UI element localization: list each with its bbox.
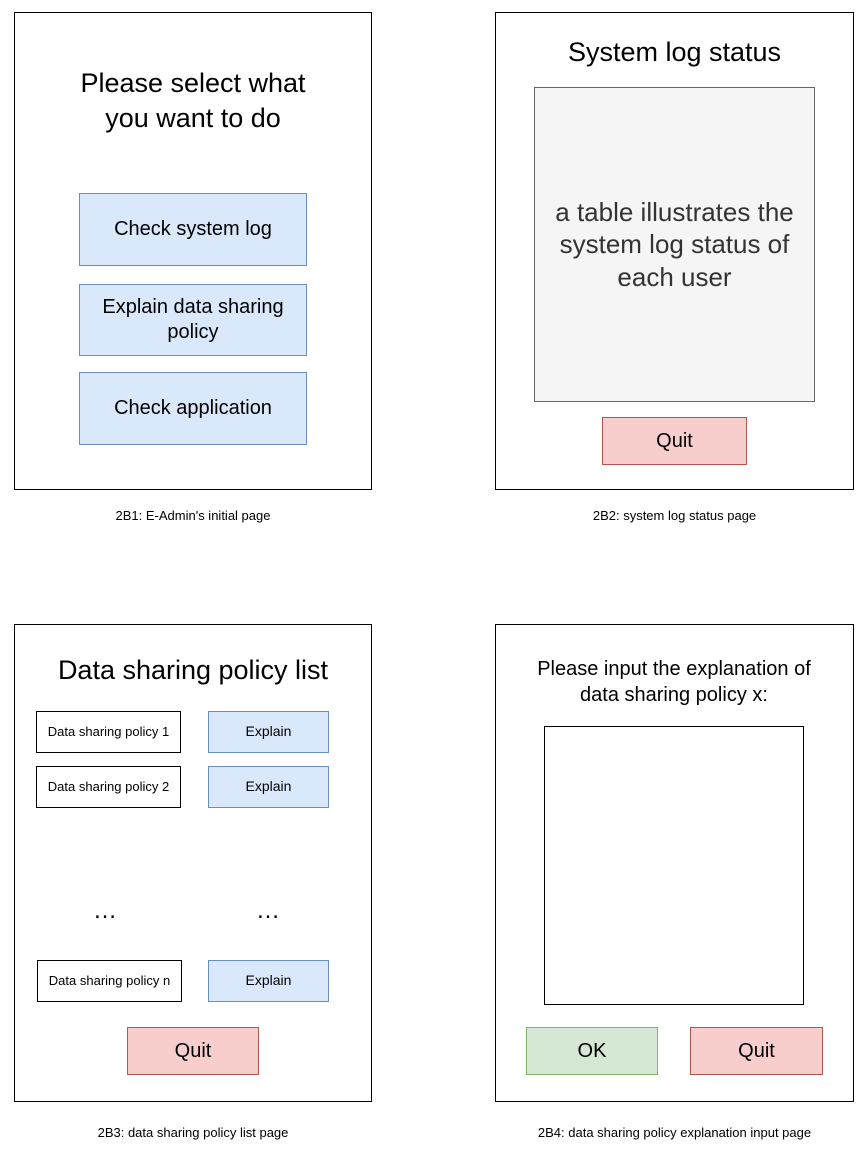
system-log-page-caption: 2B2: system log status page	[592, 508, 757, 523]
explanation-textarea[interactable]	[544, 726, 804, 1005]
policy-list-page-title: Data sharing policy list	[57, 655, 329, 685]
explanation-prompt: Please input the explanation of data sha…	[537, 658, 811, 706]
quit-button[interactable]: Quit	[690, 1027, 823, 1075]
explanation-input-page-caption: 2B4: data sharing policy explanation inp…	[537, 1125, 812, 1140]
explain-data-sharing-policy-button[interactable]: Explain data sharing policy	[79, 284, 307, 356]
explain-button-2[interactable]: Explain	[208, 766, 329, 808]
system-log-page-title: System log status	[567, 37, 782, 67]
policy-item-1: Data sharing policy 1	[36, 711, 181, 753]
explain-button-n[interactable]: Explain	[208, 960, 329, 1002]
check-system-log-button[interactable]: Check system log	[79, 193, 307, 266]
policy-item-n: Data sharing policy n	[37, 960, 182, 1002]
quit-button[interactable]: Quit	[602, 417, 747, 465]
initial-page-title: Please select what you want to do	[80, 68, 306, 133]
explain-ellipsis-right: …	[256, 897, 282, 924]
check-application-button[interactable]: Check application	[79, 372, 307, 445]
explain-button-1[interactable]: Explain	[208, 711, 329, 753]
policy-item-2: Data sharing policy 2	[36, 766, 181, 808]
system-log-table-placeholder: a table illustrates the system log statu…	[534, 87, 815, 402]
policy-list-page-caption: 2B3: data sharing policy list page	[97, 1125, 289, 1140]
initial-page-caption: 2B1: E-Admin's initial page	[115, 508, 271, 523]
policy-ellipsis-left: …	[93, 897, 119, 924]
ok-button[interactable]: OK	[526, 1027, 658, 1075]
quit-button[interactable]: Quit	[127, 1027, 259, 1075]
